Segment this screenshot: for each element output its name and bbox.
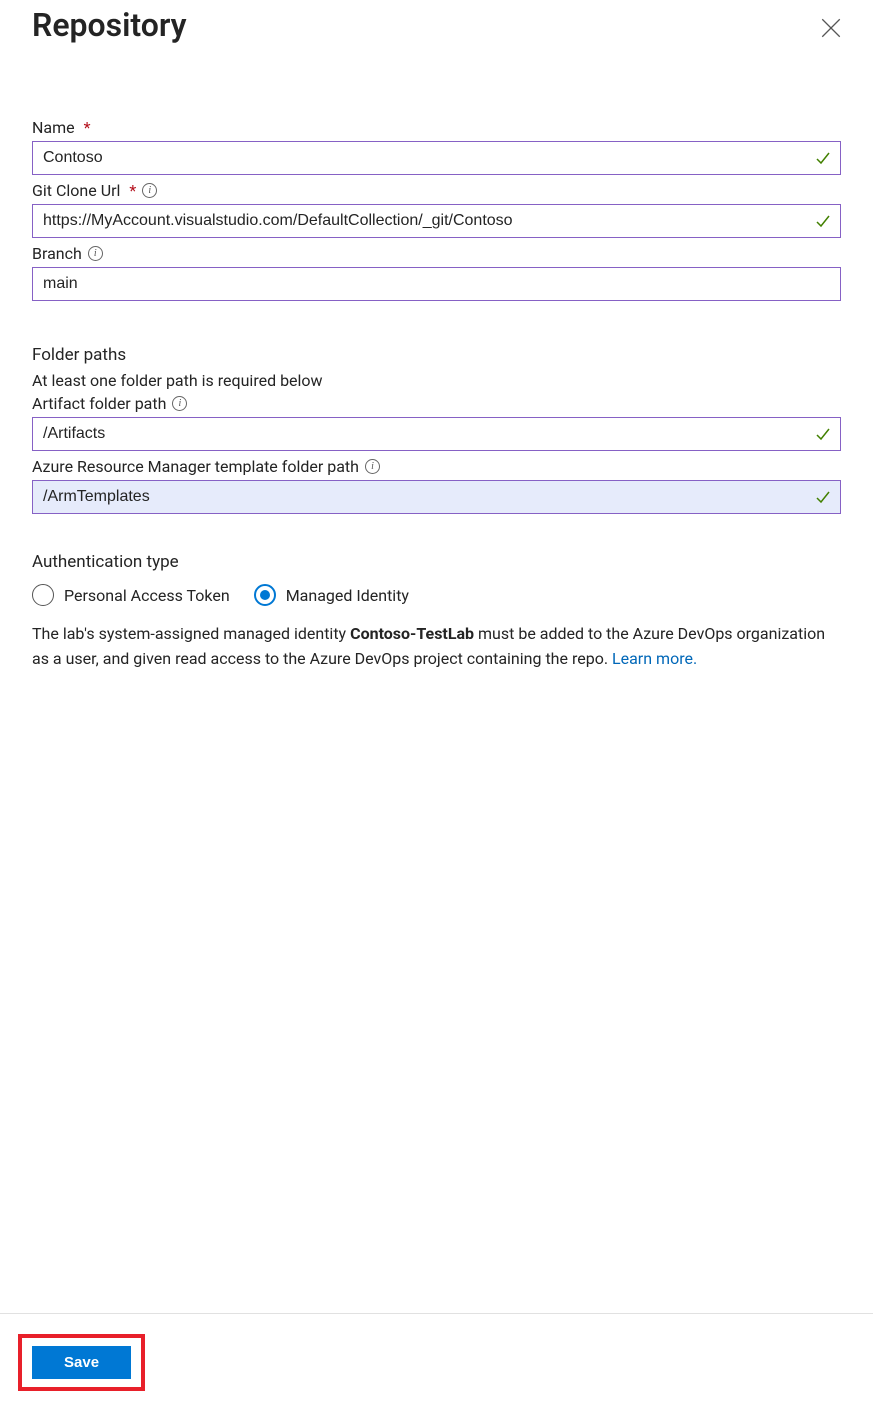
folder-paths-helper: At least one folder path is required bel… [32,371,841,390]
branch-input[interactable] [32,267,841,301]
info-icon[interactable]: i [365,459,380,474]
arm-path-label: Azure Resource Manager template folder p… [32,457,841,476]
branch-label: Branch i [32,244,841,263]
learn-more-link[interactable]: Learn more. [612,649,697,668]
checkmark-icon [815,213,831,229]
arm-path-label-text: Azure Resource Manager template folder p… [32,457,359,476]
name-input[interactable] [32,141,841,175]
info-icon[interactable]: i [172,396,187,411]
info-icon[interactable]: i [142,183,157,198]
giturl-label: Git Clone Url * i [32,181,841,200]
info-icon[interactable]: i [88,246,103,261]
close-icon[interactable] [821,18,841,38]
auth-radio-pat-label: Personal Access Token [64,586,230,605]
artifact-path-input[interactable] [32,417,841,451]
artifact-path-label: Artifact folder path i [32,394,841,413]
checkmark-icon [815,426,831,442]
auth-radio-pat[interactable]: Personal Access Token [32,584,230,606]
auth-note: The lab's system-assigned managed identi… [32,622,841,672]
radio-icon [254,584,276,606]
auth-radio-mi-label: Managed Identity [286,586,409,605]
page-title: Repository [32,6,187,44]
giturl-input[interactable] [32,204,841,238]
name-label-text: Name [32,118,75,137]
save-button[interactable]: Save [32,1346,131,1379]
folder-paths-title: Folder paths [32,345,841,365]
required-star: * [129,181,136,200]
save-highlight: Save [18,1334,145,1391]
artifact-path-label-text: Artifact folder path [32,394,166,413]
name-label: Name * [32,118,841,137]
auth-radio-managed-identity[interactable]: Managed Identity [254,584,409,606]
auth-note-identity: Contoso-TestLab [350,624,474,643]
giturl-label-text: Git Clone Url [32,181,120,200]
auth-type-title: Authentication type [32,552,841,572]
checkmark-icon [815,150,831,166]
branch-label-text: Branch [32,244,82,263]
checkmark-icon [815,489,831,505]
auth-note-pre: The lab's system-assigned managed identi… [32,624,350,643]
radio-icon [32,584,54,606]
arm-path-input[interactable] [32,480,841,514]
required-star: * [84,118,91,137]
